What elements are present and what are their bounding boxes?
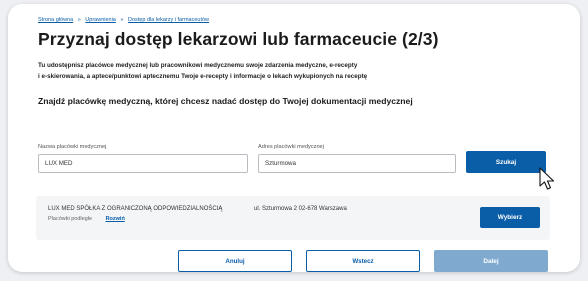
description-line-1: Tu udostępnisz placówce medycznej lub pr… bbox=[38, 62, 358, 69]
breadcrumb-separator: » bbox=[120, 17, 124, 23]
facility-name-input[interactable] bbox=[38, 154, 248, 173]
choose-button[interactable]: Wybierz bbox=[480, 207, 540, 228]
facility-address-label: Adres placówki medycznej bbox=[258, 144, 324, 150]
expand-link[interactable]: Rozwiń bbox=[106, 216, 125, 222]
facility-address-input[interactable] bbox=[258, 154, 456, 173]
back-button[interactable]: Wstecz bbox=[306, 250, 420, 272]
subordinate-label: Placówki podległe bbox=[48, 216, 93, 222]
breadcrumb-separator: » bbox=[77, 17, 81, 23]
page-description: Tu udostępnisz placówce medycznej lub pr… bbox=[38, 60, 478, 82]
mouse-pointer-icon bbox=[539, 167, 555, 190]
cancel-button[interactable]: Anuluj bbox=[178, 250, 292, 272]
page-title: Przyznaj dostęp lekarzowi lub farmaceuci… bbox=[38, 29, 439, 49]
main-card: Strona główna » Uprawnienia » Dostęp dla… bbox=[8, 4, 580, 272]
description-line-2: i e-skierowania, a aptece/punktowi aptec… bbox=[38, 73, 368, 80]
facility-name-label: Nazwa placówki medycznej bbox=[38, 144, 107, 150]
result-subordinate: Placówki podległe Rozwiń bbox=[48, 216, 125, 222]
search-result-row: LUX MED SPÓŁKA Z OGRANICZONĄ ODPOWIEDZIA… bbox=[36, 196, 550, 240]
result-facility-name: LUX MED SPÓŁKA Z OGRANICZONĄ ODPOWIEDZIA… bbox=[48, 206, 223, 212]
breadcrumb-doctor-access[interactable]: Dostęp dla lekarzy i farmaceutów bbox=[128, 17, 209, 23]
search-button[interactable]: Szukaj bbox=[466, 151, 546, 173]
section-title: Znajdź placówkę medyczną, której chcesz … bbox=[38, 96, 413, 106]
breadcrumb-home[interactable]: Strona główna bbox=[38, 17, 73, 23]
breadcrumb: Strona główna » Uprawnienia » Dostęp dla… bbox=[38, 17, 209, 23]
breadcrumb-permissions[interactable]: Uprawnienia bbox=[85, 17, 116, 23]
next-button[interactable]: Dalej bbox=[434, 250, 548, 272]
result-facility-address: ul. Szturmowa 2 02-678 Warszawa bbox=[254, 206, 347, 212]
